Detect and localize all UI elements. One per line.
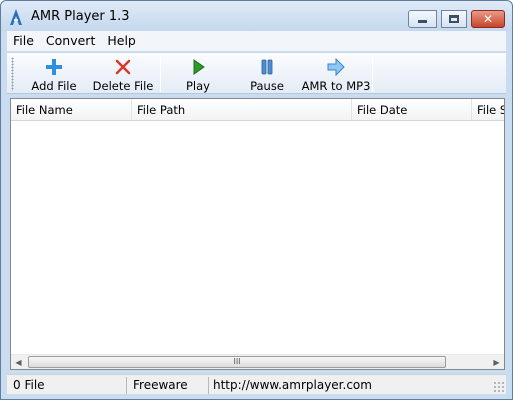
menu-help[interactable]: Help <box>101 31 142 51</box>
app-window: AMR Player 1.3 ✕ File Convert Help Add F… <box>0 0 513 400</box>
amr-to-mp3-button[interactable]: AMR to MP3 <box>301 55 371 93</box>
file-list-header: File Name File Path File Date File Si <box>11 99 504 121</box>
status-website[interactable]: http://www.amrplayer.com <box>209 377 489 394</box>
status-license: Freeware <box>129 377 209 394</box>
maximize-button[interactable] <box>441 10 467 28</box>
red-x-icon <box>115 59 131 75</box>
status-bar: 0 File Freeware http://www.amrplayer.com <box>7 374 506 394</box>
plus-icon <box>46 59 62 75</box>
arrow-right-icon <box>327 58 345 76</box>
minimize-icon <box>418 20 427 23</box>
toolbar-separator <box>372 56 373 92</box>
menu-bar: File Convert Help <box>7 31 506 51</box>
horizontal-scrollbar[interactable]: ◀ III ▶ <box>11 354 504 369</box>
amr-to-mp3-label: AMR to MP3 <box>301 79 371 93</box>
toolbar: Add File Delete File Play Pause AMR to M… <box>7 52 506 94</box>
minimize-button[interactable] <box>408 10 437 28</box>
maximize-icon <box>449 15 459 23</box>
window-title: AMR Player 1.3 <box>31 9 130 24</box>
close-icon: ✕ <box>482 12 494 26</box>
delete-file-label: Delete File <box>92 79 154 93</box>
play-button[interactable]: Play <box>170 55 226 93</box>
play-icon <box>193 59 205 75</box>
scroll-left-arrow-icon[interactable]: ◀ <box>11 355 26 370</box>
amr-player-logo-icon <box>10 9 22 25</box>
pause-button[interactable]: Pause <box>239 55 295 93</box>
resize-grip-icon[interactable] <box>493 381 504 392</box>
play-label: Play <box>186 79 210 93</box>
status-file-count: 0 File <box>9 377 127 394</box>
pause-icon <box>261 59 273 75</box>
add-file-label: Add File <box>31 79 77 93</box>
pause-label: Pause <box>250 79 284 93</box>
title-bar[interactable]: AMR Player 1.3 ✕ <box>1 1 512 31</box>
close-button[interactable]: ✕ <box>471 10 505 28</box>
scrollbar-thumb[interactable]: III <box>28 356 446 368</box>
column-file-date[interactable]: File Date <box>352 99 472 120</box>
menu-convert[interactable]: Convert <box>40 31 101 51</box>
file-list[interactable]: File Name File Path File Date File Si ◀ … <box>10 98 505 370</box>
scrollbar-grip-icon: III <box>233 357 241 366</box>
file-list-body[interactable] <box>11 121 504 354</box>
toolbar-separator <box>160 56 161 92</box>
add-file-button[interactable]: Add File <box>25 55 83 93</box>
column-file-path[interactable]: File Path <box>132 99 352 120</box>
delete-file-button[interactable]: Delete File <box>91 55 155 93</box>
column-file-size[interactable]: File Si <box>472 99 504 120</box>
column-file-name[interactable]: File Name <box>11 99 132 120</box>
menu-file[interactable]: File <box>7 31 40 51</box>
scroll-right-arrow-icon[interactable]: ▶ <box>489 355 504 370</box>
toolbar-grip[interactable] <box>11 57 14 91</box>
